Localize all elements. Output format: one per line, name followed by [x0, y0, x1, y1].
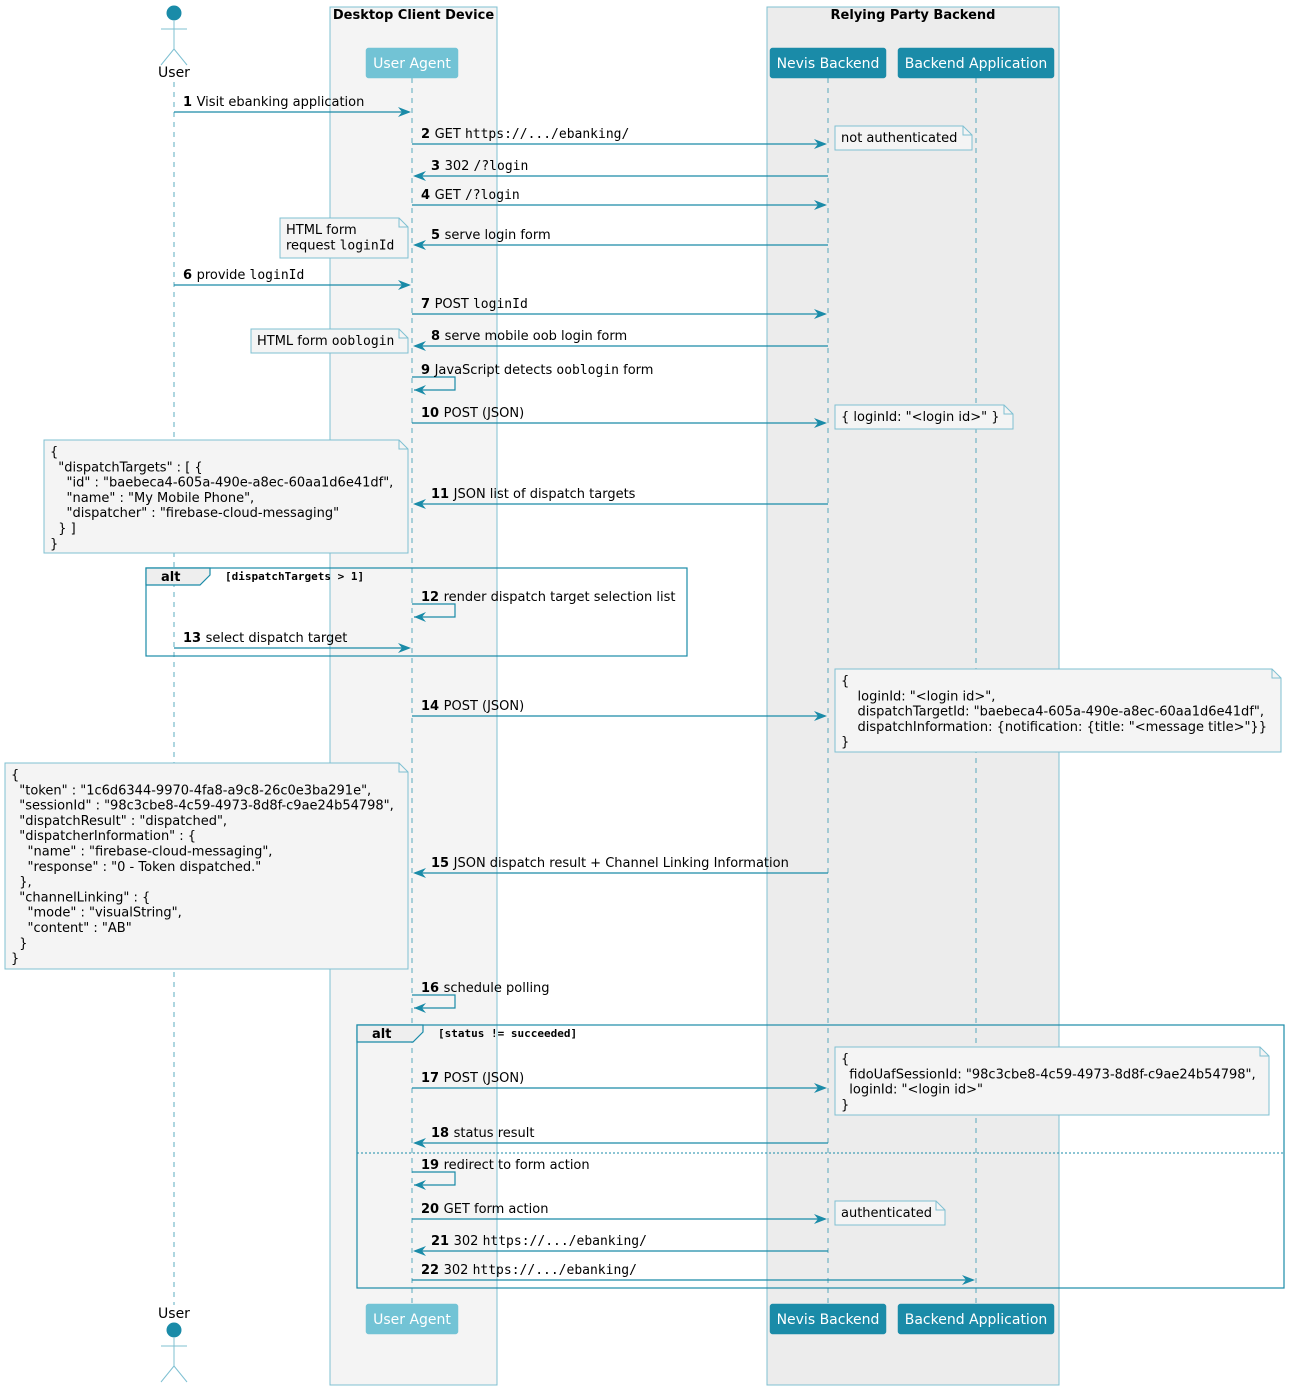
note-dispatch-result: { "token" : "1c6d6344-9970-4fa8-a9c8-26c…	[4, 762, 409, 970]
note-line: "id" : "baebeca4-605a-490e-a8ec-60aa1d6e…	[50, 476, 393, 491]
note-line: }	[841, 1098, 849, 1113]
note-line: "dispatcherInformation" : {	[11, 829, 196, 844]
note-line: {	[841, 1052, 849, 1067]
note-authenticated: authenticated	[834, 1200, 946, 1226]
participant-ua: User Agent	[365, 47, 459, 79]
participant-label: Backend Application	[905, 1312, 1048, 1328]
message-label: 22 302 https://.../ebanking/	[421, 1263, 637, 1278]
message-label: 3 302 /?login	[431, 159, 528, 174]
actor-leg	[173, 48, 188, 66]
message-label: 8 serve mobile oob login form	[431, 329, 627, 344]
fragment-guard: [dispatchTargets > 1]	[225, 570, 364, 583]
participant-label: Nevis Backend	[777, 56, 880, 72]
actor-leg	[160, 48, 175, 66]
actor-label: User	[158, 65, 190, 81]
note-line: HTML form ooblogin	[257, 334, 394, 349]
participant-nevis: Nevis Backend	[769, 1303, 887, 1335]
message-label: 1 Visit ebanking application	[183, 95, 364, 110]
message-label: 12 render dispatch target selection list	[421, 590, 675, 605]
message-label: 18 status result	[431, 1126, 534, 1141]
note-html-form-ooblogin: HTML form ooblogin	[250, 328, 409, 354]
note-line: }	[841, 735, 849, 750]
message-label: 11 JSON list of dispatch targets	[431, 487, 636, 502]
note-status-request: { fidoUafSessionId: "98c3cbe8-4c59-4973-…	[834, 1046, 1270, 1116]
note-line: loginId: "<login id>"	[841, 1083, 983, 1098]
note-line: "mode" : "visualString",	[11, 906, 182, 921]
message-label: 17 POST (JSON)	[421, 1071, 524, 1086]
actor-leg	[173, 1365, 188, 1383]
message-label: 14 POST (JSON)	[421, 699, 524, 714]
participant-label: Nevis Backend	[777, 1312, 880, 1328]
actor-leg	[160, 1365, 175, 1383]
fragment-label: alt	[161, 570, 180, 585]
participant-app: Backend Application	[897, 1303, 1055, 1335]
message-label: 7 POST loginId	[421, 297, 528, 312]
participant-nevis: Nevis Backend	[769, 47, 887, 79]
message-label: 10 POST (JSON)	[421, 406, 524, 421]
note-line: } ]	[50, 522, 76, 537]
participant-label: Backend Application	[905, 56, 1048, 72]
fragment-label: alt	[372, 1027, 391, 1042]
note-dispatch-request: { loginId: "<login id>", dispatchTargetI…	[834, 668, 1282, 753]
message-label: 15 JSON dispatch result + Channel Linkin…	[431, 856, 789, 871]
note-line: loginId: "<login id>",	[841, 689, 995, 704]
message-label: 20 GET form action	[421, 1202, 548, 1217]
box-title: Desktop Client Device	[333, 8, 494, 23]
note-line: authenticated	[841, 1206, 932, 1221]
note-line: {	[11, 768, 19, 783]
actor-label: User	[158, 1306, 190, 1322]
actor-user-footer: User	[158, 1306, 190, 1383]
note-not-authenticated: not authenticated	[834, 125, 973, 151]
sequence-diagram: Desktop Client Device Relying Party Backe…	[4, 5, 1285, 1386]
note-line: "name" : "firebase-cloud-messaging",	[11, 845, 272, 860]
box-frame	[329, 6, 498, 1386]
note-line: "name" : "My Mobile Phone",	[50, 491, 254, 506]
note-line: "content" : "AB"	[11, 921, 132, 936]
message-label: 4 GET /?login	[421, 188, 520, 203]
participant-label: User Agent	[373, 1312, 451, 1328]
actor-head-icon	[166, 1322, 182, 1338]
note-line: "response" : "0 - Token dispatched."	[11, 860, 261, 875]
note-line: request loginId	[286, 238, 394, 253]
note-line: }	[50, 537, 58, 552]
note-line: "dispatchResult" : "dispatched",	[11, 814, 227, 829]
actor-user: User	[158, 5, 190, 81]
participant-app: Backend Application	[897, 47, 1055, 79]
message-label: 9 JavaScript detects ooblogin form	[421, 363, 653, 378]
participant-ua: User Agent	[365, 1303, 459, 1335]
note-line: dispatchInformation: {notification: {tit…	[841, 720, 1267, 735]
box-desktop: Desktop Client Device	[329, 6, 498, 1386]
actor-head-icon	[166, 5, 182, 21]
note-line: "channelLinking" : {	[11, 890, 150, 905]
participant-label: User Agent	[373, 56, 451, 72]
note-line: "dispatchTargets" : [ {	[50, 460, 203, 475]
notes: not authenticated HTML formrequest loginI…	[4, 125, 1282, 1226]
note-line: }	[11, 952, 19, 967]
message-label: 19 redirect to form action	[421, 1158, 590, 1173]
note-line: {	[841, 674, 849, 689]
message-label: 13 select dispatch target	[183, 631, 347, 646]
message-label: 5 serve login form	[431, 228, 551, 243]
note-line: dispatchTargetId: "baebeca4-605a-490e-a8…	[841, 705, 1264, 720]
note-line: },	[11, 875, 32, 890]
note-line: "sessionId" : "98c3cbe8-4c59-4973-8d8f-c…	[11, 799, 394, 814]
note-line: HTML form	[286, 223, 357, 238]
message-label: 16 schedule polling	[421, 981, 550, 996]
message-label: 6 provide loginId	[183, 268, 304, 283]
note-line: not authenticated	[841, 131, 957, 146]
note-html-form-loginid: HTML formrequest loginId	[279, 217, 409, 259]
message-label: 21 302 https://.../ebanking/	[431, 1234, 647, 1249]
box-title: Relying Party Backend	[831, 8, 996, 23]
fragment-guard: [status != succeeded]	[438, 1027, 577, 1040]
note-line: "token" : "1c6d6344-9970-4fa8-a9c8-26c0e…	[11, 783, 371, 798]
note-line: { loginId: "<login id>" }	[841, 410, 999, 425]
note-line: {	[50, 445, 58, 460]
note-dispatch-targets: { "dispatchTargets" : [ { "id" : "baebec…	[43, 439, 409, 554]
message-label: 2 GET https://.../ebanking/	[421, 127, 629, 142]
note-loginid-json: { loginId: "<login id>" }	[834, 404, 1014, 430]
note-line: fidoUafSessionId: "98c3cbe8-4c59-4973-8d…	[841, 1067, 1256, 1082]
note-line: }	[11, 936, 28, 951]
note-line: "dispatcher" : "firebase-cloud-messaging…	[50, 506, 339, 521]
